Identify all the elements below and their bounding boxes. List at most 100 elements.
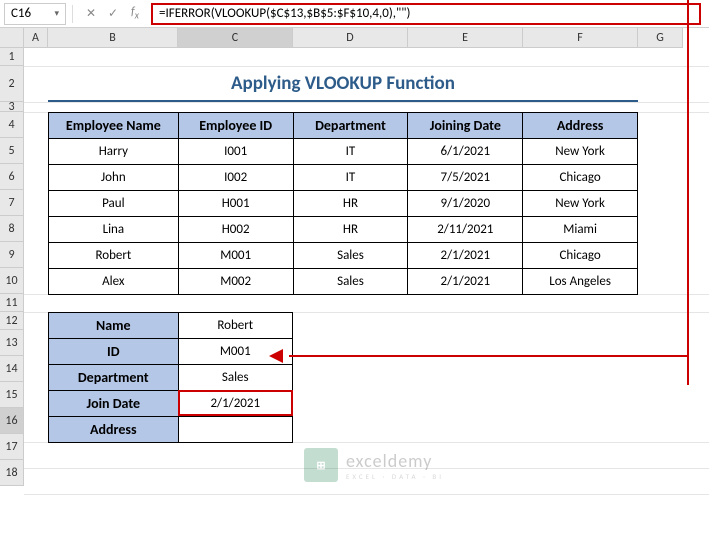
row-header-4[interactable]: 4: [0, 112, 24, 138]
spreadsheet-grid: A B C D E F G 1 2 3 4 5 6 7 8 9 10 11 12…: [0, 28, 709, 48]
table-cell-addr[interactable]: New York: [523, 139, 638, 165]
table-cell-id[interactable]: I002: [178, 165, 293, 191]
table-cell-id[interactable]: H002: [178, 217, 293, 243]
table-cell-id[interactable]: H001: [178, 191, 293, 217]
annotation-arrow-horizontal: [289, 355, 689, 357]
header-dept: Department: [293, 113, 408, 139]
formula-input[interactable]: =IFERROR(VLOOKUP($C$13,$B$5:$F$10,4,0),"…: [151, 3, 701, 25]
table-cell-id[interactable]: M001: [178, 243, 293, 269]
table-cell-name[interactable]: Paul: [49, 191, 179, 217]
lookup-label-name: Name: [49, 313, 179, 339]
lookup-row-id: IDM001: [49, 339, 293, 365]
row-header-8[interactable]: 8: [0, 216, 24, 242]
table-cell-join[interactable]: 9/1/2020: [408, 191, 523, 217]
accept-icon[interactable]: ✓: [103, 4, 123, 24]
row-header-15[interactable]: 15: [0, 382, 24, 408]
divider: [72, 5, 73, 23]
table-cell-dept[interactable]: HR: [293, 191, 408, 217]
table-cell-dept[interactable]: IT: [293, 139, 408, 165]
table-row: AlexM002Sales2/1/2021Los Angeles: [49, 269, 638, 295]
lookup-value-name[interactable]: Robert: [178, 313, 292, 339]
table-row: JohnI002IT7/5/2021Chicago: [49, 165, 638, 191]
annotation-arrow-head-icon: [269, 349, 283, 363]
lookup-label-id: ID: [49, 339, 179, 365]
row-header-12[interactable]: 12: [0, 312, 24, 330]
row-header-10[interactable]: 10: [0, 268, 24, 294]
lookup-value-join[interactable]: 2/1/2021: [178, 391, 292, 417]
watermark: ⊞ exceldemy EXCEL · DATA · BI: [304, 448, 444, 482]
cancel-icon[interactable]: ✕: [81, 4, 101, 24]
table-cell-join[interactable]: 2/1/2021: [408, 269, 523, 295]
row-header-1[interactable]: 1: [0, 48, 24, 66]
table-cell-addr[interactable]: Miami: [523, 217, 638, 243]
table-row: LinaH002HR2/11/2021Miami: [49, 217, 638, 243]
formula-bar-icons: ✕ ✓ fx: [81, 4, 145, 24]
employee-table: Employee Name Employee ID Department Joi…: [48, 112, 638, 295]
table-cell-join[interactable]: 2/1/2021: [408, 243, 523, 269]
table-cell-id[interactable]: I001: [178, 139, 293, 165]
select-all-corner[interactable]: [0, 28, 24, 48]
chevron-down-icon[interactable]: ▾: [54, 8, 59, 19]
table-cell-join[interactable]: 2/11/2021: [408, 217, 523, 243]
lookup-label-addr: Address: [49, 417, 179, 443]
table-row: RobertM001Sales2/1/2021Chicago: [49, 243, 638, 269]
page-title: Applying VLOOKUP Function: [48, 66, 638, 102]
col-header-C[interactable]: C: [178, 28, 293, 48]
fx-icon[interactable]: fx: [125, 4, 145, 24]
header-name: Employee Name: [49, 113, 179, 139]
lookup-table: NameRobert IDM001 DepartmentSales Join D…: [48, 312, 293, 443]
name-box[interactable]: C16 ▾: [4, 3, 66, 25]
watermark-icon: ⊞: [304, 448, 338, 482]
lookup-label-dept: Department: [49, 365, 179, 391]
row-header-6[interactable]: 6: [0, 164, 24, 190]
lookup-row-join: Join Date2/1/2021: [49, 391, 293, 417]
table-cell-dept[interactable]: Sales: [293, 243, 408, 269]
row-header-9[interactable]: 9: [0, 242, 24, 268]
lookup-value-addr[interactable]: [178, 417, 292, 443]
col-header-F[interactable]: F: [523, 28, 638, 48]
col-header-B[interactable]: B: [48, 28, 178, 48]
col-header-G[interactable]: G: [638, 28, 683, 48]
row-header-7[interactable]: 7: [0, 190, 24, 216]
table-cell-addr[interactable]: Chicago: [523, 165, 638, 191]
header-addr: Address: [523, 113, 638, 139]
table-cell-name[interactable]: Harry: [49, 139, 179, 165]
header-id: Employee ID: [178, 113, 293, 139]
table-cell-dept[interactable]: Sales: [293, 269, 408, 295]
row-header-2[interactable]: 2: [0, 66, 24, 102]
table-cell-addr[interactable]: Los Angeles: [523, 269, 638, 295]
row-header-11[interactable]: 11: [0, 294, 24, 312]
lookup-row-addr: Address: [49, 417, 293, 443]
table-cell-join[interactable]: 7/5/2021: [408, 165, 523, 191]
table-cell-name[interactable]: Lina: [49, 217, 179, 243]
row-header-18[interactable]: 18: [0, 460, 24, 486]
table-cell-dept[interactable]: IT: [293, 165, 408, 191]
table-row: PaulH001HR9/1/2020New York: [49, 191, 638, 217]
table-cell-addr[interactable]: New York: [523, 191, 638, 217]
table-cell-id[interactable]: M002: [178, 269, 293, 295]
column-headers: A B C D E F G: [24, 28, 683, 48]
lookup-label-join: Join Date: [49, 391, 179, 417]
row-header-17[interactable]: 17: [0, 434, 24, 460]
row-header-13[interactable]: 13: [0, 330, 24, 356]
annotation-arrow-vertical: [687, 0, 689, 385]
col-header-D[interactable]: D: [293, 28, 408, 48]
name-box-value: C16: [11, 6, 31, 21]
table-cell-name[interactable]: Robert: [49, 243, 179, 269]
table-row: HarryI001IT6/1/2021New York: [49, 139, 638, 165]
lookup-value-dept[interactable]: Sales: [178, 365, 292, 391]
table-cell-name[interactable]: John: [49, 165, 179, 191]
table-cell-dept[interactable]: HR: [293, 217, 408, 243]
table-cell-addr[interactable]: Chicago: [523, 243, 638, 269]
table-cell-name[interactable]: Alex: [49, 269, 179, 295]
col-header-A[interactable]: A: [24, 28, 48, 48]
table-cell-join[interactable]: 6/1/2021: [408, 139, 523, 165]
row-header-14[interactable]: 14: [0, 356, 24, 382]
formula-bar: C16 ▾ ✕ ✓ fx =IFERROR(VLOOKUP($C$13,$B$5…: [0, 0, 709, 28]
watermark-text: exceldemy EXCEL · DATA · BI: [346, 450, 444, 481]
row-header-16[interactable]: 16: [0, 408, 24, 434]
row-header-3[interactable]: 3: [0, 102, 24, 112]
row-header-5[interactable]: 5: [0, 138, 24, 164]
col-header-E[interactable]: E: [408, 28, 523, 48]
lookup-row-name: NameRobert: [49, 313, 293, 339]
